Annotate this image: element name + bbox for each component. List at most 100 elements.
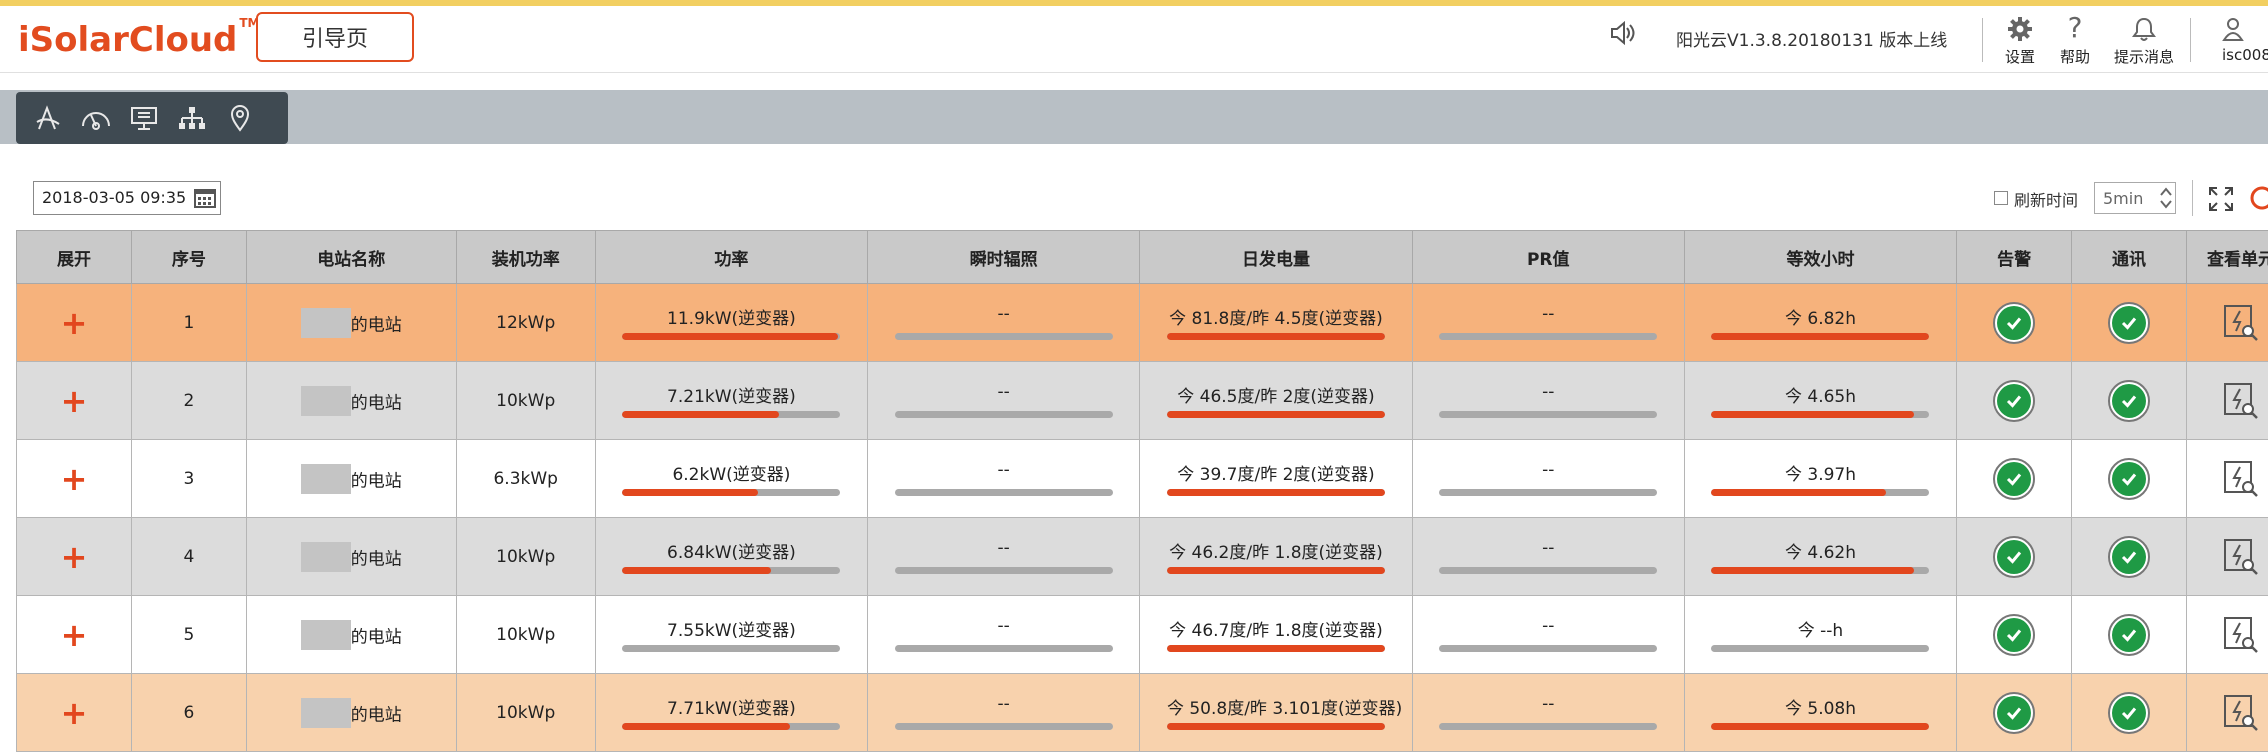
alarm-cell[interactable] (1957, 362, 2072, 440)
alarm-cell[interactable] (1957, 518, 2072, 596)
status-ok-icon (2108, 302, 2150, 344)
view-units-icon[interactable] (2221, 303, 2261, 343)
col-header-daily-energy[interactable]: 日发电量 (1140, 231, 1412, 284)
col-header-alarm[interactable]: 告警 (1957, 231, 2072, 284)
refresh-time-checkbox[interactable] (1994, 191, 2008, 205)
nav-org-tree[interactable] (176, 102, 208, 134)
alarm-cell[interactable] (1957, 674, 2072, 752)
expand-cell[interactable]: + (17, 284, 132, 362)
view-units-cell[interactable] (2187, 284, 2268, 362)
view-units-icon[interactable] (2221, 693, 2261, 733)
table-row[interactable]: +2的电站10kWp7.21kW(逆变器)--今 46.5度/昨 2度(逆变器)… (17, 362, 2268, 440)
col-header-irradiance[interactable]: 瞬时辐照 (868, 231, 1140, 284)
alarm-cell[interactable] (1957, 284, 2072, 362)
col-header-equivalent-hours[interactable]: 等效小时 (1684, 231, 1956, 284)
expand-cell[interactable]: + (17, 674, 132, 752)
col-header-capacity[interactable]: 装机功率 (456, 231, 595, 284)
refresh-icon[interactable] (2250, 184, 2268, 212)
app-logo[interactable]: iSolarCloudTM (18, 20, 260, 60)
view-units-icon[interactable] (2221, 381, 2261, 421)
notifications-button[interactable]: 提示消息 (2104, 12, 2184, 70)
table-row[interactable]: +6的电站10kWp7.71kW(逆变器)--今 50.8度/昨 3.101度(… (17, 674, 2268, 752)
date-time-input[interactable]: 2018-03-05 09:35 (33, 181, 221, 215)
table-header-row: 展开 序号 电站名称 装机功率 功率 瞬时辐照 日发电量 PR值 等效小时 告警… (17, 231, 2268, 284)
comm-cell[interactable] (2072, 440, 2187, 518)
status-ok-icon (1993, 614, 2035, 656)
col-header-expand[interactable]: 展开 (17, 231, 132, 284)
calendar-icon[interactable] (194, 188, 216, 208)
view-units-icon[interactable] (2221, 615, 2261, 655)
expand-cell[interactable]: + (17, 518, 132, 596)
pr-metric: -- (1439, 458, 1657, 500)
station-name-cell[interactable]: 的电站 (246, 674, 456, 752)
user-menu-button[interactable]: isc008 (2208, 12, 2268, 70)
table-row[interactable]: +5的电站10kWp7.55kW(逆变器)--今 46.7度/昨 1.8度(逆变… (17, 596, 2268, 674)
power-metric-bar (622, 645, 840, 652)
fullscreen-icon[interactable] (2208, 186, 2234, 212)
seq-cell: 6 (131, 674, 246, 752)
station-name-cell[interactable]: 的电站 (246, 596, 456, 674)
pr-metric: -- (1439, 536, 1657, 578)
expand-plus-icon[interactable]: + (61, 382, 88, 420)
expand-plus-icon[interactable]: + (61, 538, 88, 576)
view-units-cell[interactable] (2187, 518, 2268, 596)
table-row[interactable]: +1的电站12kWp11.9kW(逆变器)--今 81.8度/昨 4.5度(逆变… (17, 284, 2268, 362)
spinner-arrows-icon[interactable] (2158, 184, 2174, 212)
view-units-cell[interactable] (2187, 362, 2268, 440)
nav-location[interactable] (224, 102, 256, 134)
expand-plus-icon[interactable]: + (61, 694, 88, 732)
energy-cell: 今 39.7度/昨 2度(逆变器) (1140, 440, 1412, 518)
view-units-icon[interactable] (2221, 537, 2261, 577)
comm-cell[interactable] (2072, 674, 2187, 752)
help-button[interactable]: ? 帮助 (2035, 12, 2115, 70)
comm-cell[interactable] (2072, 518, 2187, 596)
comm-cell[interactable] (2072, 284, 2187, 362)
station-name[interactable]: 的电站 (351, 315, 402, 335)
col-header-pr[interactable]: PR值 (1412, 231, 1684, 284)
power-metric-bar-fill (622, 411, 779, 418)
comm-cell[interactable] (2072, 362, 2187, 440)
col-header-view-units[interactable]: 查看单元 (2187, 231, 2268, 284)
table-row[interactable]: +4的电站10kWp6.84kW(逆变器)--今 46.2度/昨 1.8度(逆变… (17, 518, 2268, 596)
station-name[interactable]: 的电站 (351, 549, 402, 569)
table-row[interactable]: +3的电站6.3kWp6.2kW(逆变器)--今 39.7度/昨 2度(逆变器)… (17, 440, 2268, 518)
station-name[interactable]: 的电站 (351, 705, 402, 725)
view-units-cell[interactable] (2187, 596, 2268, 674)
nav-monitor[interactable] (128, 102, 160, 134)
speaker-icon[interactable] (1606, 20, 1636, 46)
expand-cell[interactable]: + (17, 362, 132, 440)
nav-dashboard[interactable] (80, 102, 112, 134)
col-header-comm[interactable]: 通讯 (2072, 231, 2187, 284)
expand-plus-icon[interactable]: + (61, 616, 88, 654)
nav-overview[interactable] (32, 102, 64, 134)
col-header-power[interactable]: 功率 (595, 231, 867, 284)
station-name[interactable]: 的电站 (351, 471, 402, 491)
view-units-cell[interactable] (2187, 674, 2268, 752)
pr-cell: -- (1412, 518, 1684, 596)
alarm-cell[interactable] (1957, 440, 2072, 518)
comm-cell[interactable] (2072, 596, 2187, 674)
station-name[interactable]: 的电站 (351, 393, 402, 413)
expand-plus-icon[interactable]: + (61, 304, 88, 342)
station-name-cell[interactable]: 的电站 (246, 362, 456, 440)
view-units-icon[interactable] (2221, 459, 2261, 499)
col-header-station-name[interactable]: 电站名称 (246, 231, 456, 284)
hours-metric-bar (1711, 567, 1929, 574)
col-header-seq[interactable]: 序号 (131, 231, 246, 284)
alarm-cell[interactable] (1957, 596, 2072, 674)
station-name-cell[interactable]: 的电站 (246, 518, 456, 596)
expand-cell[interactable]: + (17, 596, 132, 674)
station-name-cell[interactable]: 的电站 (246, 284, 456, 362)
version-notice[interactable]: 阳光云V1.3.8.20180131 版本上线 (1676, 26, 1947, 51)
overview-icon (34, 104, 62, 132)
pr-cell: -- (1412, 440, 1684, 518)
status-ok-icon (1993, 380, 2035, 422)
expand-cell[interactable]: + (17, 440, 132, 518)
view-units-cell[interactable] (2187, 440, 2268, 518)
expand-plus-icon[interactable]: + (61, 460, 88, 498)
guide-page-button[interactable]: 引导页 (256, 12, 414, 62)
power-metric: 11.9kW(逆变器) (622, 302, 840, 344)
station-name[interactable]: 的电站 (351, 627, 402, 647)
capacity-cell: 10kWp (456, 362, 595, 440)
station-name-cell[interactable]: 的电站 (246, 440, 456, 518)
